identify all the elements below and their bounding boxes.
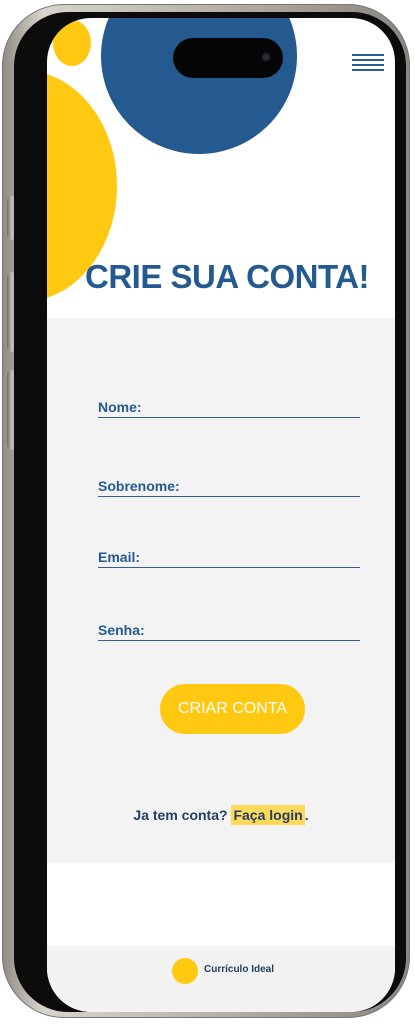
field-label-email: Email: — [98, 549, 141, 565]
brand-logo-icon — [172, 958, 198, 984]
email-input[interactable] — [98, 567, 360, 568]
hamburger-menu-icon[interactable] — [352, 54, 384, 74]
field-senha: Senha: — [98, 622, 360, 641]
footer: Currículo Ideal — [47, 946, 395, 1012]
login-link[interactable]: Faça login — [231, 805, 305, 825]
field-sobrenome: Sobrenome: — [98, 478, 360, 497]
field-label-sobrenome: Sobrenome: — [98, 478, 180, 494]
nome-input[interactable] — [98, 417, 360, 418]
sobrenome-input[interactable] — [98, 496, 360, 497]
dynamic-island — [173, 38, 283, 78]
field-label-senha: Senha: — [98, 622, 145, 638]
login-prompt-text: Ja tem conta? — [133, 807, 228, 823]
login-prompt-row: Ja tem conta? Faça login. — [47, 805, 395, 825]
field-label-nome: Nome: — [98, 399, 142, 415]
login-suffix: . — [304, 807, 309, 823]
field-email: Email: — [98, 549, 360, 568]
decor-circle-yellow-small — [53, 20, 91, 66]
app-screen: CRIE SUA CONTA! Nome: Sobrenome: Email: … — [47, 18, 395, 1012]
footer-brand: Currículo Ideal — [204, 964, 275, 975]
page-title: CRIE SUA CONTA! — [85, 258, 370, 295]
camera-icon — [261, 52, 271, 62]
senha-input[interactable] — [98, 640, 360, 641]
create-account-button[interactable]: CRIAR CONTA — [160, 684, 305, 734]
field-nome: Nome: — [98, 399, 360, 418]
